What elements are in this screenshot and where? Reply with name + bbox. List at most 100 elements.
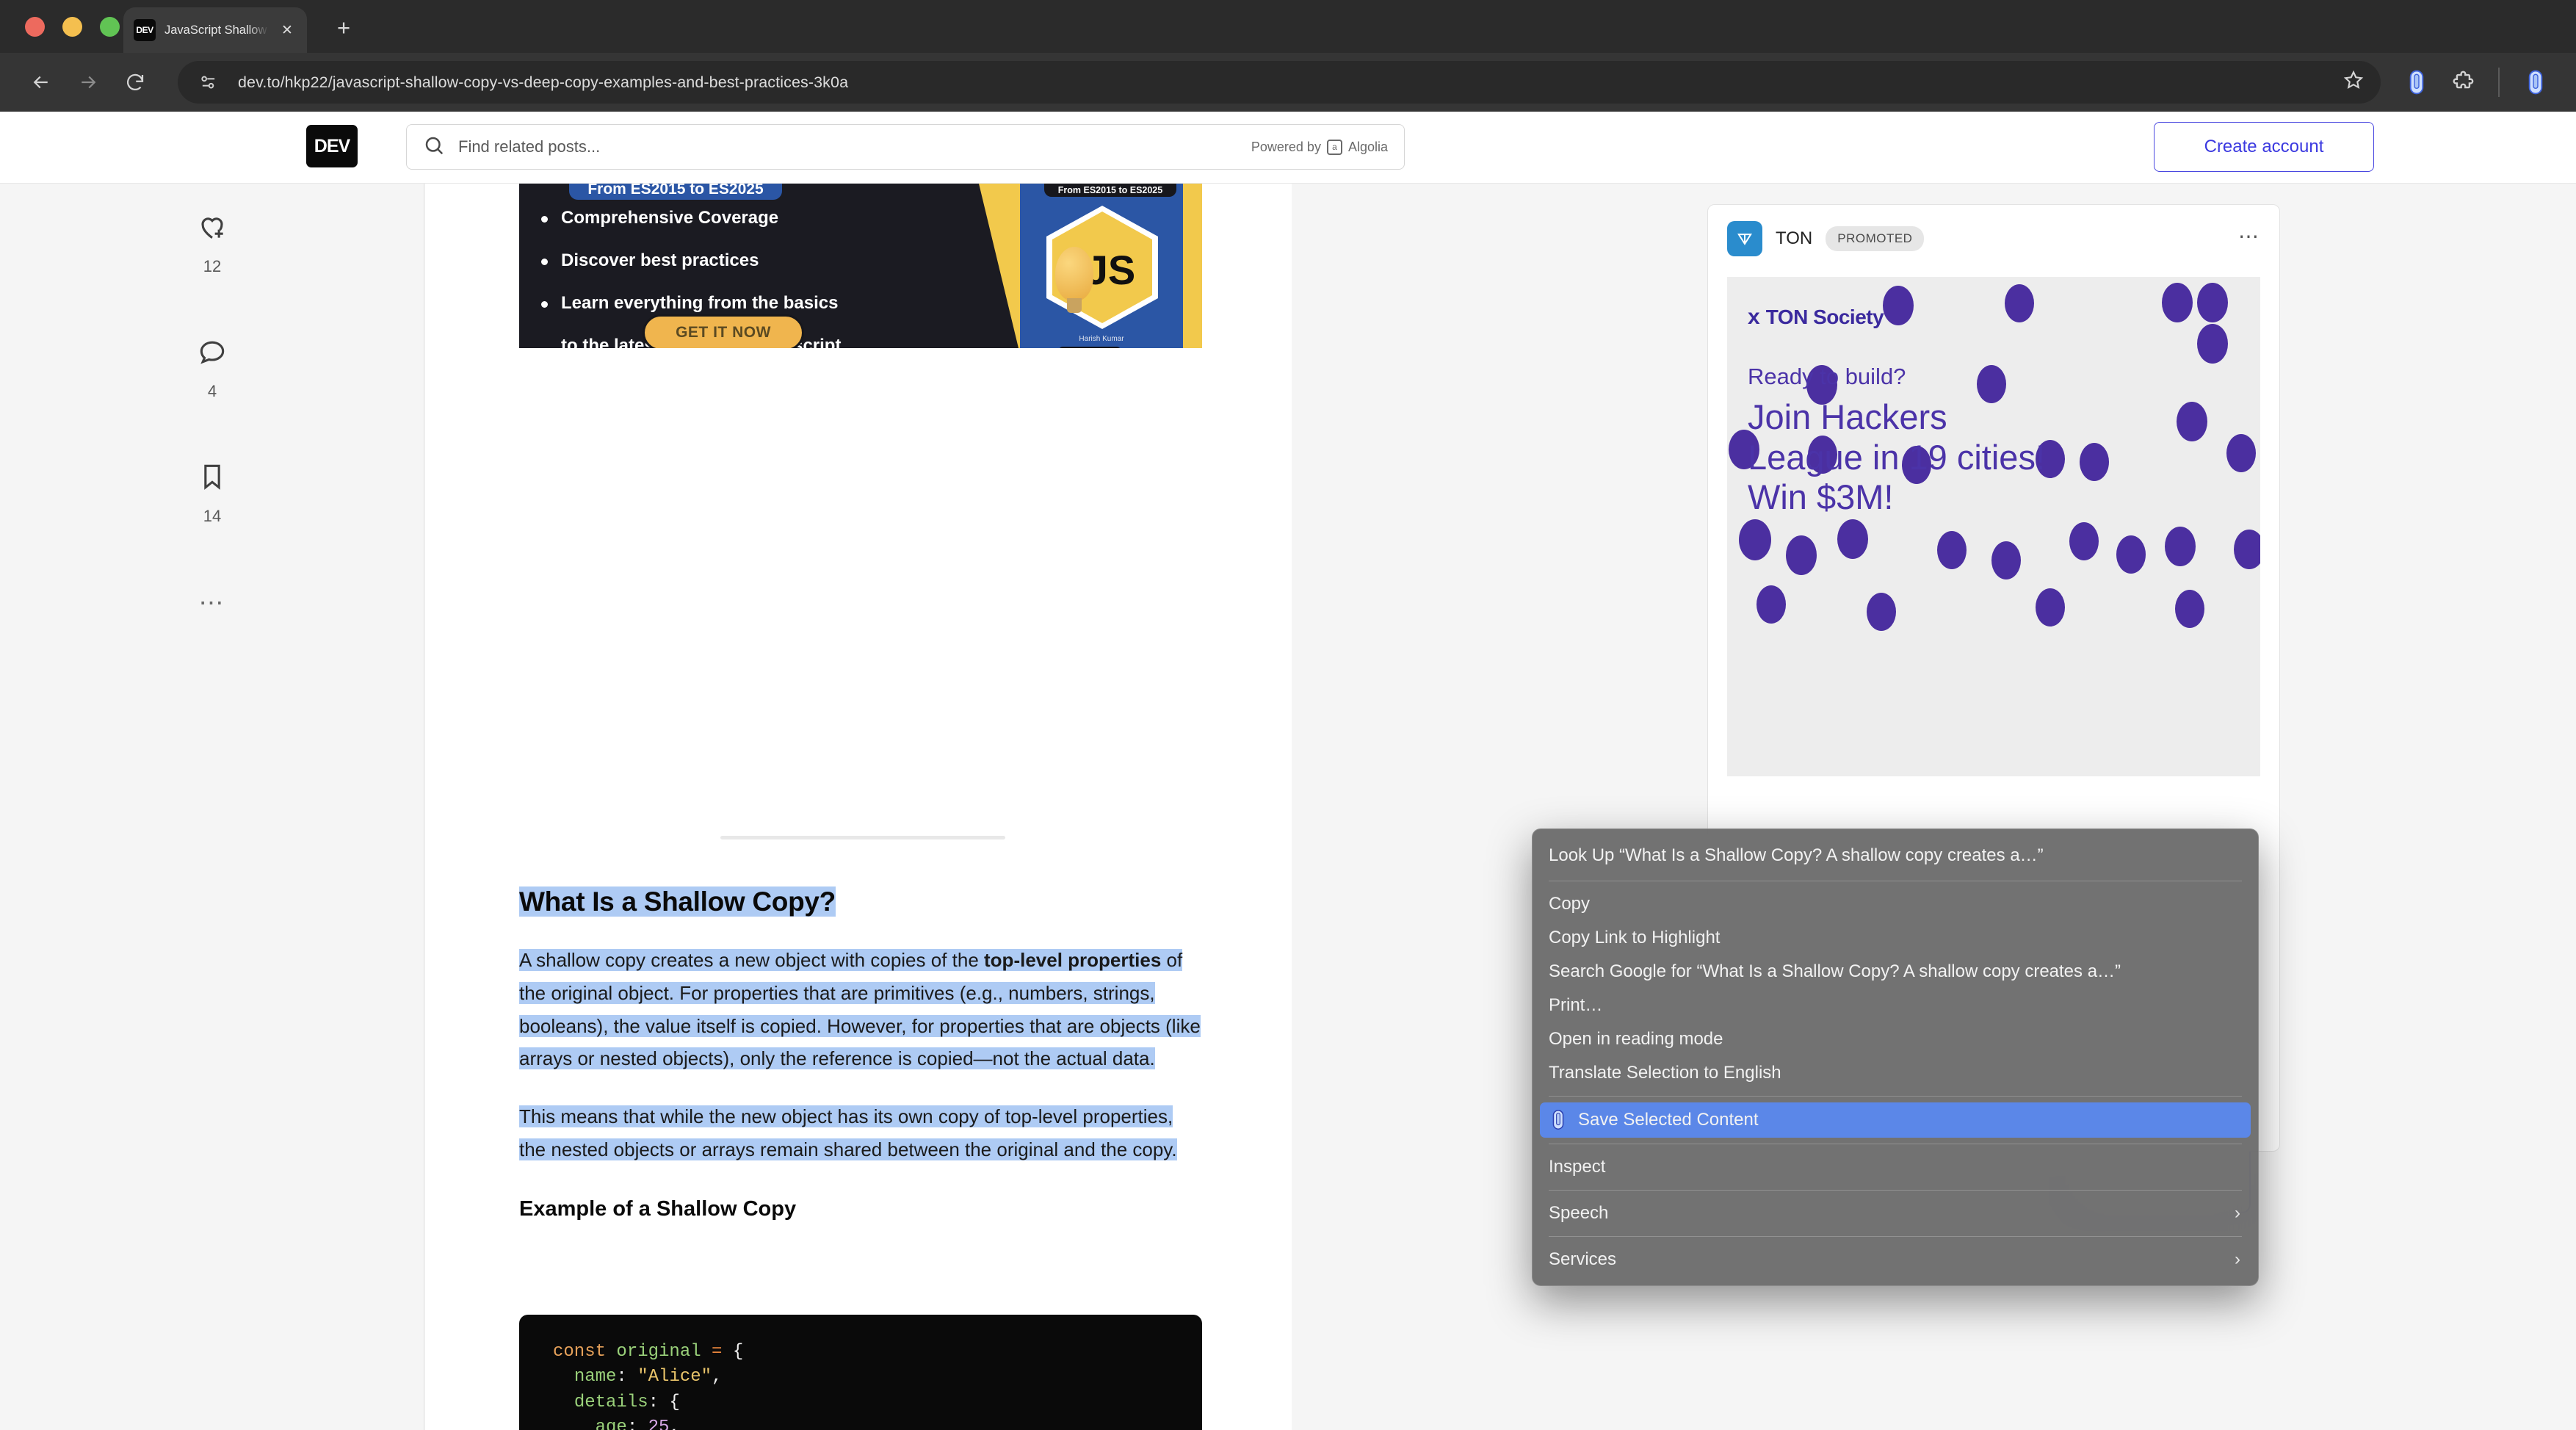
search-input[interactable] <box>458 137 1238 156</box>
article-paragraph-2: This means that while the new object has… <box>519 1105 1177 1160</box>
banner-author: Harish Kumar <box>1079 335 1124 343</box>
code-line: details: { <box>574 1392 680 1412</box>
context-menu-item-search-google[interactable]: Search Google for “What Is a Shallow Cop… <box>1533 955 2258 989</box>
banner-cta-button[interactable]: GET IT NOW <box>643 314 804 348</box>
tab-title: JavaScript Shallow Copy vs D <box>164 23 269 37</box>
ad-header: TON PROMOTED ⋯ <box>1708 205 2279 256</box>
site-header: DEV Powered by a Algolia Log in Create a… <box>0 112 2576 184</box>
forward-icon[interactable] <box>68 62 109 103</box>
more-options-icon: ⋯ <box>198 589 226 617</box>
code-line: name: "Alice", <box>574 1367 723 1387</box>
banner-bullet: Comprehensive Coverage <box>541 207 846 229</box>
banner-pill-title: From ES2015 to ES2025 <box>569 184 782 200</box>
reaction-more[interactable]: ⋯ <box>0 580 424 626</box>
context-menu-item-save-selected-content[interactable]: Save Selected Content <box>1540 1102 2251 1138</box>
article-body: What Is a Shallow Copy? A shallow copy c… <box>519 885 1202 1221</box>
ad-line-4: Win $3M! <box>1748 477 1894 517</box>
context-menu-separator <box>1549 1190 2242 1191</box>
url-text: dev.to/hkp22/javascript-shallow-copy-vs-… <box>238 73 849 91</box>
bullet-dot-icon <box>541 216 548 223</box>
profile-clip-icon[interactable] <box>2516 62 2555 102</box>
tab-strip: DEV JavaScript Shallow Copy vs D ✕ + <box>0 0 2576 53</box>
search-bar[interactable]: Powered by a Algolia <box>406 124 1405 170</box>
comment-icon <box>189 329 235 375</box>
ad-line-3: League in 19 cities! <box>1748 437 2046 477</box>
banner-pill-title-small: From ES2015 to ES2025 <box>1044 184 1176 197</box>
context-menu-item-label: Save Selected Content <box>1578 1110 1759 1130</box>
banner-bullet: Discover best practices <box>541 250 846 272</box>
minimize-window-button[interactable] <box>62 17 82 37</box>
maximize-window-button[interactable] <box>100 17 120 37</box>
chevron-right-icon: › <box>2235 1203 2240 1223</box>
close-window-button[interactable] <box>25 17 45 37</box>
code-line: const original = { <box>553 1342 744 1362</box>
context-menu-item-translate-selection[interactable]: Translate Selection to English <box>1533 1056 2258 1090</box>
context-menu-item-inspect[interactable]: Inspect <box>1533 1150 2258 1184</box>
reaction-bookmark[interactable]: 14 <box>0 454 424 526</box>
ad-copy: Ready to build? Join Hackers League in 1… <box>1748 364 2045 518</box>
browser-toolbar: dev.to/hkp22/javascript-shallow-copy-vs-… <box>0 53 2576 112</box>
article-subheading: Example of a Shallow Copy <box>519 1196 797 1221</box>
ad-sponsor-name[interactable]: TON <box>1776 228 1812 249</box>
reaction-comment[interactable]: 4 <box>0 329 424 401</box>
context-menu-separator <box>1549 1096 2242 1097</box>
like-count: 12 <box>203 257 222 275</box>
bookmark-icon <box>189 454 235 499</box>
ton-logo-icon <box>1727 221 1762 256</box>
article-heading: What Is a Shallow Copy? <box>519 886 836 917</box>
bookmark-count: 14 <box>203 507 222 525</box>
context-menu-item-print[interactable]: Print… <box>1533 989 2258 1022</box>
create-account-button[interactable]: Create account <box>2154 122 2374 172</box>
toolbar-divider <box>2498 68 2500 97</box>
ad-more-options-icon[interactable]: ⋯ <box>2238 224 2260 248</box>
context-menu-item-speech[interactable]: Speech › <box>1533 1196 2258 1230</box>
bullet-dot-icon <box>541 259 548 265</box>
browser-tab[interactable]: DEV JavaScript Shallow Copy vs D ✕ <box>123 7 307 53</box>
ad-line-2: Join Hackers <box>1748 397 1947 436</box>
article-paragraph-1: A shallow copy creates a new object with… <box>519 949 1201 1070</box>
algolia-icon: a <box>1326 139 1342 155</box>
dev-logo[interactable]: DEV <box>306 125 358 167</box>
site-info-icon[interactable] <box>194 68 223 97</box>
address-bar[interactable]: dev.to/hkp22/javascript-shallow-copy-vs-… <box>178 61 2381 104</box>
content-divider <box>720 836 1005 839</box>
lightbulb-icon <box>1055 247 1093 313</box>
reaction-like[interactable]: 12 <box>0 204 424 276</box>
save-clip-extension-icon[interactable] <box>2397 62 2436 102</box>
context-menu-item-services[interactable]: Services › <box>1533 1243 2258 1276</box>
context-menu[interactable]: Look Up “What Is a Shallow Copy? A shall… <box>1532 828 2259 1286</box>
chevron-right-icon: › <box>2235 1249 2240 1269</box>
bookmark-star-icon[interactable] <box>2342 70 2365 95</box>
new-tab-button[interactable]: + <box>329 13 358 43</box>
context-menu-item-look-up[interactable]: Look Up “What Is a Shallow Copy? A shall… <box>1533 837 2258 875</box>
bullet-dot-icon <box>541 301 548 308</box>
ad-creative-image: x TON Society Ready to build? Join Hacke… <box>1727 277 2260 776</box>
reactions-rail: 12 4 14 ⋯ <box>0 184 424 1430</box>
tab-favicon-icon: DEV <box>134 19 156 41</box>
banner-website: www.qirolab.com <box>1059 347 1121 348</box>
browser-window: DEV JavaScript Shallow Copy vs D ✕ + dev… <box>0 0 2576 1430</box>
code-line: age: 25, <box>595 1417 680 1430</box>
code-block[interactable]: const original = { name: "Alice", detail… <box>519 1315 1202 1430</box>
search-icon <box>423 134 445 160</box>
close-tab-icon[interactable]: ✕ <box>278 22 297 39</box>
window-traffic-lights <box>25 17 120 37</box>
context-menu-item-open-in-reading-mode[interactable]: Open in reading mode <box>1533 1022 2258 1056</box>
context-menu-item-copy-link-to-highlight[interactable]: Copy Link to Highlight <box>1533 921 2258 955</box>
comment-count: 4 <box>207 382 217 400</box>
extensions-puzzle-icon[interactable] <box>2442 62 2482 102</box>
paperclip-icon <box>1549 1109 1568 1131</box>
ad-promoted-badge: PROMOTED <box>1826 226 1925 251</box>
back-icon[interactable] <box>21 62 62 103</box>
search-provider-label: Powered by a Algolia <box>1251 139 1388 155</box>
context-menu-item-label: Services <box>1549 1249 1617 1269</box>
article-column: From ES2015 to ES2025 From ES2015 to ES2… <box>425 184 1292 1430</box>
context-menu-item-copy[interactable]: Copy <box>1533 887 2258 921</box>
ton-society-logo: x TON Society <box>1748 305 1884 329</box>
ad-line-1: Ready to build? <box>1748 364 1906 389</box>
banner-bullet: Learn everything from the basics <box>541 292 846 314</box>
heart-plus-icon <box>189 204 235 250</box>
context-menu-item-label: Speech <box>1549 1203 1609 1223</box>
reload-icon[interactable] <box>115 62 156 103</box>
ton-society-glyph-icon: x <box>1748 305 1760 329</box>
